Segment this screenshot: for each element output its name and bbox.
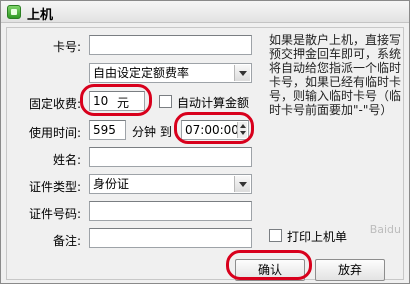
fixed-fee-label: 固定收费: [28,97,81,111]
name-input[interactable] [89,147,252,167]
remark-input[interactable] [89,228,252,248]
fee-plan-value: 自由设定定额费率 [93,66,190,80]
use-time-label: 使用时间: [28,126,81,140]
fixed-fee-unit: 元 [117,96,130,110]
print-label: 打印上机单 [287,230,348,244]
end-time-input[interactable]: 07:00:00 [181,120,249,140]
id-type-label: 证件类型: [28,180,81,194]
time-spinner-icon[interactable] [237,122,247,138]
title-bar[interactable]: 上机 [1,1,409,23]
watermark: Baidu [369,223,401,236]
fee-plan-select[interactable]: 自由设定定额费率 [89,63,252,83]
print-checkbox[interactable] [269,229,282,242]
id-type-value: 身份证 [93,177,130,191]
id-type-select[interactable]: 身份证 [89,174,252,194]
id-no-label: 证件号码: [28,207,81,221]
app-icon [7,5,21,19]
end-time-value: 07:00:00 [185,123,239,137]
id-no-input[interactable] [89,201,252,221]
checkin-dialog: 上机 卡号: 自由设定定额费率 固定收费: 10 元 自动计算金额 使用时间: … [0,0,410,284]
minutes-to-label: 分钟 到 [132,125,172,139]
card-no-input[interactable] [89,35,252,55]
auto-calc-label: 自动计算金额 [177,96,250,110]
cancel-button[interactable]: 放弃 [315,259,385,281]
confirm-button[interactable]: 确认 [235,259,305,281]
use-time-input[interactable]: 595 [89,120,126,140]
card-no-label: 卡号: [52,40,81,54]
hint-text: 如果是散户上机，直接写预交押金回车即可，系统将自动给您指派一个临时卡号，如果已经… [269,33,402,117]
remark-label: 备注: [52,234,81,248]
chevron-down-icon[interactable] [234,65,250,81]
auto-calc-checkbox[interactable] [159,95,172,108]
window-title: 上机 [27,8,54,23]
fixed-fee-value: 10 [93,94,109,108]
chevron-down-icon[interactable] [234,176,250,192]
name-label: 姓名: [52,153,81,167]
